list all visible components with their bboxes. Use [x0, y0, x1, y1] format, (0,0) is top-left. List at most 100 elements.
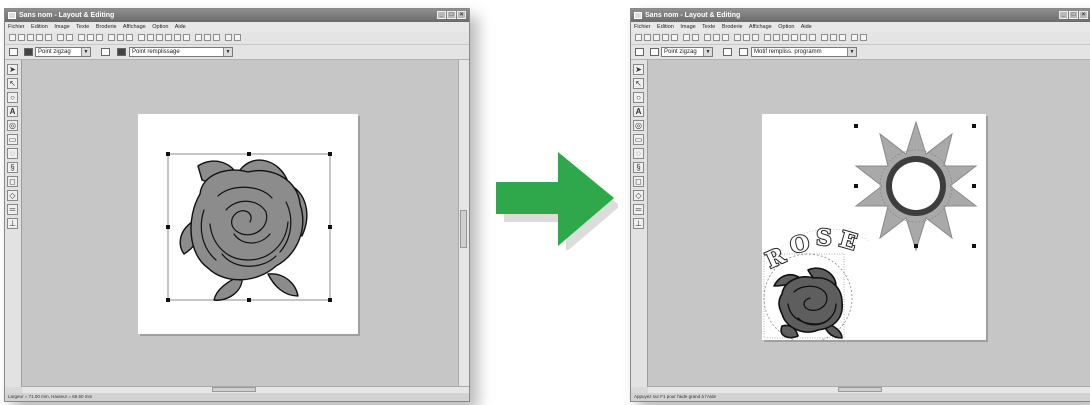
line-color-icon[interactable]: [24, 48, 33, 56]
region-sew-type-select[interactable]: Motif rempliss. programm ▼: [751, 47, 857, 57]
eraser-icon[interactable]: ◇: [633, 190, 644, 201]
rose-embroidery-image[interactable]: [773, 267, 843, 339]
save-icon[interactable]: [671, 34, 678, 41]
point-edit-icon[interactable]: ↖: [633, 78, 644, 89]
close-button[interactable]: ×: [457, 11, 466, 19]
write-card-icon[interactable]: [213, 34, 220, 41]
write-card-icon[interactable]: [839, 34, 846, 41]
property-icon[interactable]: [809, 34, 816, 41]
center-icon[interactable]: [156, 34, 163, 41]
stitch-icon[interactable]: §: [7, 162, 18, 173]
open-icon[interactable]: [644, 34, 651, 41]
region-sew-icon[interactable]: [101, 48, 110, 56]
outline-icon[interactable]: ◌: [7, 148, 18, 159]
open-template-icon[interactable]: [653, 34, 660, 41]
menu-image[interactable]: Image: [680, 24, 695, 30]
wizard-icon[interactable]: [764, 34, 771, 41]
design-canvas[interactable]: [22, 60, 458, 387]
pointer-icon[interactable]: ➤: [633, 64, 644, 75]
stitch-simulator-icon[interactable]: [165, 34, 172, 41]
region-sew-type-select[interactable]: Point remplissage ▼: [129, 47, 233, 57]
realistic-view-icon[interactable]: [800, 34, 807, 41]
save-icon[interactable]: [45, 34, 52, 41]
menu-image[interactable]: Image: [54, 24, 69, 30]
design-page-icon[interactable]: [195, 34, 202, 41]
measure-icon[interactable]: ═: [7, 204, 18, 215]
import-icon[interactable]: [662, 34, 669, 41]
close-button[interactable]: ×: [1079, 11, 1088, 19]
menu-option[interactable]: Option: [778, 24, 794, 30]
paste-icon[interactable]: [722, 34, 729, 41]
pointer-icon[interactable]: ➤: [7, 64, 18, 75]
menu-texte[interactable]: Texte: [702, 24, 715, 30]
mirror-horizontal-icon[interactable]: [108, 34, 115, 41]
copy-icon[interactable]: [713, 34, 720, 41]
manual-punch-icon[interactable]: ◻: [7, 176, 18, 187]
realistic-view-icon[interactable]: [174, 34, 181, 41]
line-sew-type-select[interactable]: Point zigzag ▼: [661, 47, 713, 57]
mirror-horizontal-icon[interactable]: [734, 34, 741, 41]
circle-shape-icon[interactable]: ◎: [7, 120, 18, 131]
preview-icon[interactable]: [204, 34, 211, 41]
line-sew-icon[interactable]: [635, 48, 644, 56]
menu-edition[interactable]: Edition: [657, 24, 674, 30]
open-icon[interactable]: [18, 34, 25, 41]
horizontal-scrollbar[interactable]: [648, 386, 1090, 393]
align-icon[interactable]: [773, 34, 780, 41]
line-sew-icon[interactable]: [9, 48, 18, 56]
horizontal-scrollbar[interactable]: [22, 386, 469, 393]
sun-embroidery-image[interactable]: [854, 120, 978, 252]
help-icon[interactable]: [225, 34, 232, 41]
manual-punch-icon[interactable]: ◻: [633, 176, 644, 187]
region-sew-icon[interactable]: [723, 48, 732, 56]
rectangle-shape-icon[interactable]: ▭: [7, 134, 18, 145]
undo-icon[interactable]: [683, 34, 690, 41]
center-icon[interactable]: [782, 34, 789, 41]
paste-icon[interactable]: [96, 34, 103, 41]
menu-aide[interactable]: Aide: [175, 24, 186, 30]
rose-embroidery-image[interactable]: [138, 114, 358, 334]
cut-icon[interactable]: [704, 34, 711, 41]
mirror-vertical-icon[interactable]: [743, 34, 750, 41]
copy-icon[interactable]: [87, 34, 94, 41]
context-help-icon[interactable]: [860, 34, 867, 41]
new-icon[interactable]: [635, 34, 642, 41]
menu-fichier[interactable]: Fichier: [634, 24, 651, 30]
design-canvas[interactable]: R O S E: [648, 60, 1090, 387]
undo-icon[interactable]: [57, 34, 64, 41]
redo-icon[interactable]: [66, 34, 73, 41]
letter-a-icon[interactable]: A: [7, 106, 18, 117]
line-sew-type-select[interactable]: Point zigzag ▼: [35, 47, 91, 57]
horizontal-scroll-thumb[interactable]: [212, 387, 256, 392]
cut-icon[interactable]: [78, 34, 85, 41]
menu-option[interactable]: Option: [152, 24, 168, 30]
vertical-scrollbar[interactable]: [458, 60, 469, 387]
circle-shape-icon[interactable]: ◎: [633, 120, 644, 131]
stitch-simulator-icon[interactable]: [791, 34, 798, 41]
minimize-button[interactable]: _: [437, 11, 446, 19]
mirror-vertical-icon[interactable]: [117, 34, 124, 41]
property-icon[interactable]: [183, 34, 190, 41]
pin-icon[interactable]: ⊥: [7, 218, 18, 229]
minimize-button[interactable]: _: [1059, 11, 1068, 19]
menu-edition[interactable]: Edition: [31, 24, 48, 30]
rotate-icon[interactable]: [126, 34, 133, 41]
menu-broderie[interactable]: Broderie: [96, 24, 117, 30]
menu-broderie[interactable]: Broderie: [722, 24, 743, 30]
eraser-icon[interactable]: ◇: [7, 190, 18, 201]
pin-icon[interactable]: ⊥: [633, 218, 644, 229]
rotate-icon[interactable]: [752, 34, 759, 41]
menu-affichage[interactable]: Affichage: [749, 24, 772, 30]
menu-affichage[interactable]: Affichage: [123, 24, 146, 30]
line-color-icon[interactable]: [650, 48, 659, 56]
vertical-scroll-thumb[interactable]: [460, 210, 467, 248]
design-page[interactable]: [138, 114, 358, 334]
menu-texte[interactable]: Texte: [76, 24, 89, 30]
region-color-icon[interactable]: [739, 48, 748, 56]
magnifier-icon[interactable]: ○: [633, 92, 644, 103]
rectangle-shape-icon[interactable]: ▭: [633, 134, 644, 145]
wizard-icon[interactable]: [138, 34, 145, 41]
maximize-button[interactable]: □: [1069, 11, 1078, 19]
menu-aide[interactable]: Aide: [801, 24, 812, 30]
rose-text-on-path[interactable]: R O S E: [761, 224, 861, 275]
